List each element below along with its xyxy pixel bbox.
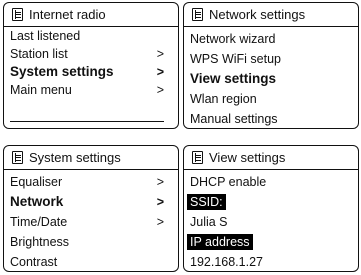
divider <box>10 121 164 122</box>
setting-value: Julia S <box>190 215 228 229</box>
panel-title: Internet radio <box>29 7 106 22</box>
menu-list-icon <box>192 151 203 164</box>
menu-item-last-listened[interactable]: Last listened <box>4 27 178 45</box>
chevron-right-icon: > <box>156 175 164 189</box>
menu-item-brightness[interactable]: Brightness <box>4 232 178 252</box>
menu-item-time-date[interactable]: Time/Date > <box>4 212 178 232</box>
panel-title-bar: Network settings <box>184 3 358 27</box>
menu-item-label: Last listened <box>10 29 81 43</box>
panel-title-bar: View settings <box>184 146 358 170</box>
network-settings-panel: Network settings Network wizard WPS WiFi… <box>183 2 359 129</box>
menu-item-network[interactable]: Network > <box>4 192 178 212</box>
menu-item-label: System settings <box>10 64 114 79</box>
menu-item-label: Main menu <box>10 83 72 97</box>
menu-item-wlan-region[interactable]: Wlan region <box>184 89 358 109</box>
menu-item-label: Network <box>10 194 64 209</box>
menu-item-equaliser[interactable]: Equaliser > <box>4 172 178 192</box>
chevron-right-icon: > <box>156 83 164 97</box>
chevron-right-icon: > <box>156 215 164 229</box>
screen-diagram: Internet radio Last listened Station lis… <box>0 0 361 275</box>
setting-value: 192.168.1.27 <box>190 255 263 269</box>
menu-item-main-menu[interactable]: Main menu > <box>4 81 178 99</box>
menu-item-label: View settings <box>190 71 277 86</box>
menu-list-icon <box>192 8 203 21</box>
highlighted-label: SSID: <box>187 194 226 210</box>
panel-title: Network settings <box>209 7 306 22</box>
setting-label: DHCP enable <box>190 175 267 189</box>
internet-radio-panel: Internet radio Last listened Station lis… <box>3 2 179 129</box>
chevron-right-icon: > <box>156 47 164 61</box>
menu-item-label: Equaliser <box>10 175 63 189</box>
setting-ip-address-value: 192.168.1.27 <box>184 252 358 272</box>
setting-dhcp-enable: DHCP enable <box>184 172 358 192</box>
menu-item-label: Brightness <box>10 235 70 249</box>
menu-item-contrast[interactable]: Contrast <box>4 252 178 272</box>
menu-item-label: Manual settings <box>190 112 278 126</box>
panel-title: View settings <box>209 150 286 165</box>
menu-item-label: WPS WiFi setup <box>190 52 281 66</box>
menu-item-label: Wlan region <box>190 92 257 106</box>
setting-ssid-value: Julia S <box>184 212 358 232</box>
menu-item-label: Station list <box>10 47 68 61</box>
chevron-right-icon: > <box>156 65 164 79</box>
system-settings-panel: System settings Equaliser > Network > Ti… <box>3 145 179 272</box>
view-settings-panel: View settings DHCP enable SSID: Julia S … <box>183 145 359 272</box>
highlighted-label: IP address <box>187 234 253 250</box>
menu-item-system-settings[interactable]: System settings > <box>4 63 178 81</box>
setting-ip-address-label: IP address <box>184 232 358 252</box>
menu-item-network-wizard[interactable]: Network wizard <box>184 29 358 49</box>
menu-item-label: Contrast <box>10 255 58 269</box>
panel-title: System settings <box>29 150 121 165</box>
menu-item-manual-settings[interactable]: Manual settings <box>184 109 358 129</box>
menu-item-station-list[interactable]: Station list > <box>4 45 178 63</box>
menu-item-wps-wifi-setup[interactable]: WPS WiFi setup <box>184 49 358 69</box>
menu-list-icon <box>12 151 23 164</box>
menu-list-icon <box>12 8 23 21</box>
setting-ssid-label: SSID: <box>184 192 358 212</box>
menu-item-label: Network wizard <box>190 32 276 46</box>
chevron-right-icon: > <box>156 195 164 209</box>
menu-item-label: Time/Date <box>10 215 68 229</box>
panel-title-bar: Internet radio <box>4 3 178 27</box>
panel-title-bar: System settings <box>4 146 178 170</box>
menu-item-view-settings[interactable]: View settings <box>184 69 358 89</box>
